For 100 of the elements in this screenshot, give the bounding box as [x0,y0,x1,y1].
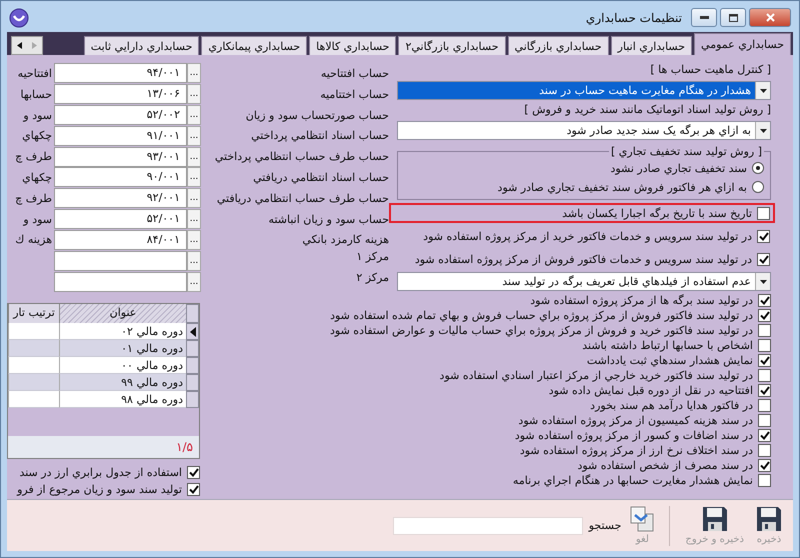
browse-button[interactable]: ... [187,84,201,104]
field-label: چكهاي [21,129,53,142]
checkbox[interactable] [758,354,771,367]
field-label: چكهاي [21,170,53,184]
tab[interactable]: حسابداري پيمانكاري [201,36,308,55]
account-field[interactable]: ۸۴/۰۰۱ [54,230,187,250]
browse-button[interactable]: ... [187,209,201,230]
checkbox-label: در توليد سند سرويس و خدمات فاكتور فروش از مركز پروژه استفاده شود [414,252,752,266]
field-label: افتتاحيه [16,66,53,80]
checkbox[interactable] [757,252,770,266]
documents-icon [630,506,654,532]
table-cell: دوره مالي ۹۹ [59,374,186,391]
browse-button[interactable]: ... [187,146,201,167]
account-field[interactable]: ۹۰/۰۰۱ [54,167,187,188]
group-title: [ روش توليد سند تخفيف تجاري ] [610,145,763,158]
account-field[interactable]: ۹۴/۰۰۱ [54,63,187,84]
checkbox[interactable] [758,324,771,337]
search-label: جستجو [588,519,622,532]
checkbox-label: در توليد سند فاكتور خريد خارجي از مركز اعتبار اسنادي استفاده شود [440,369,753,382]
dropdown-caret-icon [760,88,766,92]
checkbox[interactable] [187,483,200,496]
account-field[interactable]: ۵۲/۰۰۱ [54,209,187,230]
column-header[interactable]: ترتيب تار [8,304,59,323]
checkbox[interactable] [758,384,771,397]
close-button[interactable] [749,8,791,27]
account-field[interactable]: ۹۳/۰۰۱ [54,146,187,167]
grid-corner [186,304,199,323]
account-label: هزينه كارمزد بانكي [301,233,390,246]
checkbox-label: توليد سند سود و زيان مرجوع از فرو [17,483,182,496]
tab[interactable]: حسابداري انبار [610,36,692,55]
tab[interactable]: حسابداري بازرگاني۲ [398,36,506,55]
browse-button[interactable]: ... [187,188,201,208]
checkbox[interactable] [758,414,771,427]
checkbox-label: در توليد سند برگه ها از مركز پروژه استفاده شود [530,294,753,307]
checkbox-label: نمايش هشدار مغايرت حسابها در هنگام اجراي برنامه [512,474,753,487]
account-label: حساب طرف حساب انتظامي پرداختي [214,150,390,164]
account-label: مركز ۲ [355,271,390,284]
maximize-button[interactable] [720,8,746,27]
checkbox[interactable] [187,466,200,479]
browse-button[interactable]: ... [187,167,201,188]
account-field[interactable]: ۵۲/۰۰۲ [54,105,187,126]
checkbox[interactable] [758,444,771,457]
minimize-button[interactable] [691,8,717,27]
checkbox[interactable] [758,309,771,322]
radio-label: سند تخفيف تجاري صادر نشود [610,162,747,174]
checkbox-label: اشخاص با حسابها ارتباط داشته باشند [582,339,753,352]
browse-button[interactable]: ... [187,63,201,84]
account-field[interactable] [54,250,187,271]
checkbox[interactable] [757,206,770,220]
checkbox-label: در سند مصرف از شخص استفاده شود [577,459,753,472]
current-row-icon [190,326,196,336]
dropdown-caret-icon [760,280,766,284]
account-label: حساب اسناد انتظامي پرداختي [250,129,390,142]
app-icon [9,8,29,28]
field-label: هزينه ك [14,233,53,246]
field-label: سود و [22,212,53,226]
checkbox[interactable] [758,399,771,412]
checkbox-label: نمايش هشدار سندهاي ثبت يادداشت [586,354,753,367]
account-field[interactable]: ۹۲/۰۰۱ [54,188,187,208]
checkbox-label: در سند هزينه كميسيون از مركز پروژه استفاده شود [518,414,753,427]
checkbox[interactable] [758,369,771,382]
search-field[interactable] [392,516,583,534]
field-label: حسابها [20,88,53,101]
dropdown[interactable]: به ازاي هر برگه يک سند جديد صادر شود [397,121,771,140]
field-label: سود و [22,108,53,122]
checkbox[interactable] [758,339,771,352]
checkbox-label: در سند اختلاف نرخ ارز از مركز پروژه استفاده شود [520,444,753,457]
browse-button[interactable]: ... [187,230,201,250]
account-label: مركز ۱ [355,250,390,264]
tab[interactable]: حسابداري عمومي [694,33,791,55]
checkbox-label: تاريخ سند با تاريخ برگه اجبارا يكسان باشد [562,206,752,220]
browse-button[interactable]: ... [187,250,201,271]
account-field[interactable]: ۹۱/۰۰۱ [54,126,187,146]
browse-button[interactable]: ... [187,105,201,126]
radio-button[interactable] [752,162,764,174]
dropdown[interactable]: هشدار در هنگام مغايرت ماهيت حساب در سند [397,81,771,100]
checkbox[interactable] [757,230,770,242]
radio-label: به ازاي هر فاكتور فروش سند تخفيف تجاري صادر شود [498,180,747,194]
account-field[interactable] [54,272,187,292]
column-header[interactable]: عنوان [59,304,186,323]
checkbox[interactable] [758,459,771,472]
checkbox-label: استفاده از جدول برابري ارز در سند [19,466,182,479]
dropdown[interactable]: عدم استفاده از فيلدهاي قابل تعريف برگه در توليد سند [397,272,771,291]
browse-button[interactable]: ... [187,126,201,146]
tab[interactable]: حسابداري دارايي ثابت [84,36,200,55]
tab[interactable]: حسابداري بازرگاني [508,36,609,55]
table-cell [8,323,59,340]
checkbox[interactable] [758,429,771,442]
checkbox-label: در فاكتور هدايا درآمد هم سند بخورد [590,399,753,412]
account-label: حساب صورتحساب سود و زيان [244,108,390,122]
table-cell: دوره مالي ۰۲ [59,323,186,340]
row-selector[interactable] [186,323,199,340]
maximize-icon [728,14,738,22]
account-field[interactable]: ۱۳/۰۰۶ [54,84,187,104]
browse-button[interactable]: ... [187,272,201,292]
checkbox[interactable] [758,294,771,307]
tab[interactable]: حسابداري كالاها [309,36,396,55]
checkbox-label: در توليد سند سرويس و خدمات فاكتور خريد از مركز پروژه استفاده شود [423,230,752,242]
checkbox[interactable] [758,474,771,487]
radio-button[interactable] [752,181,764,193]
